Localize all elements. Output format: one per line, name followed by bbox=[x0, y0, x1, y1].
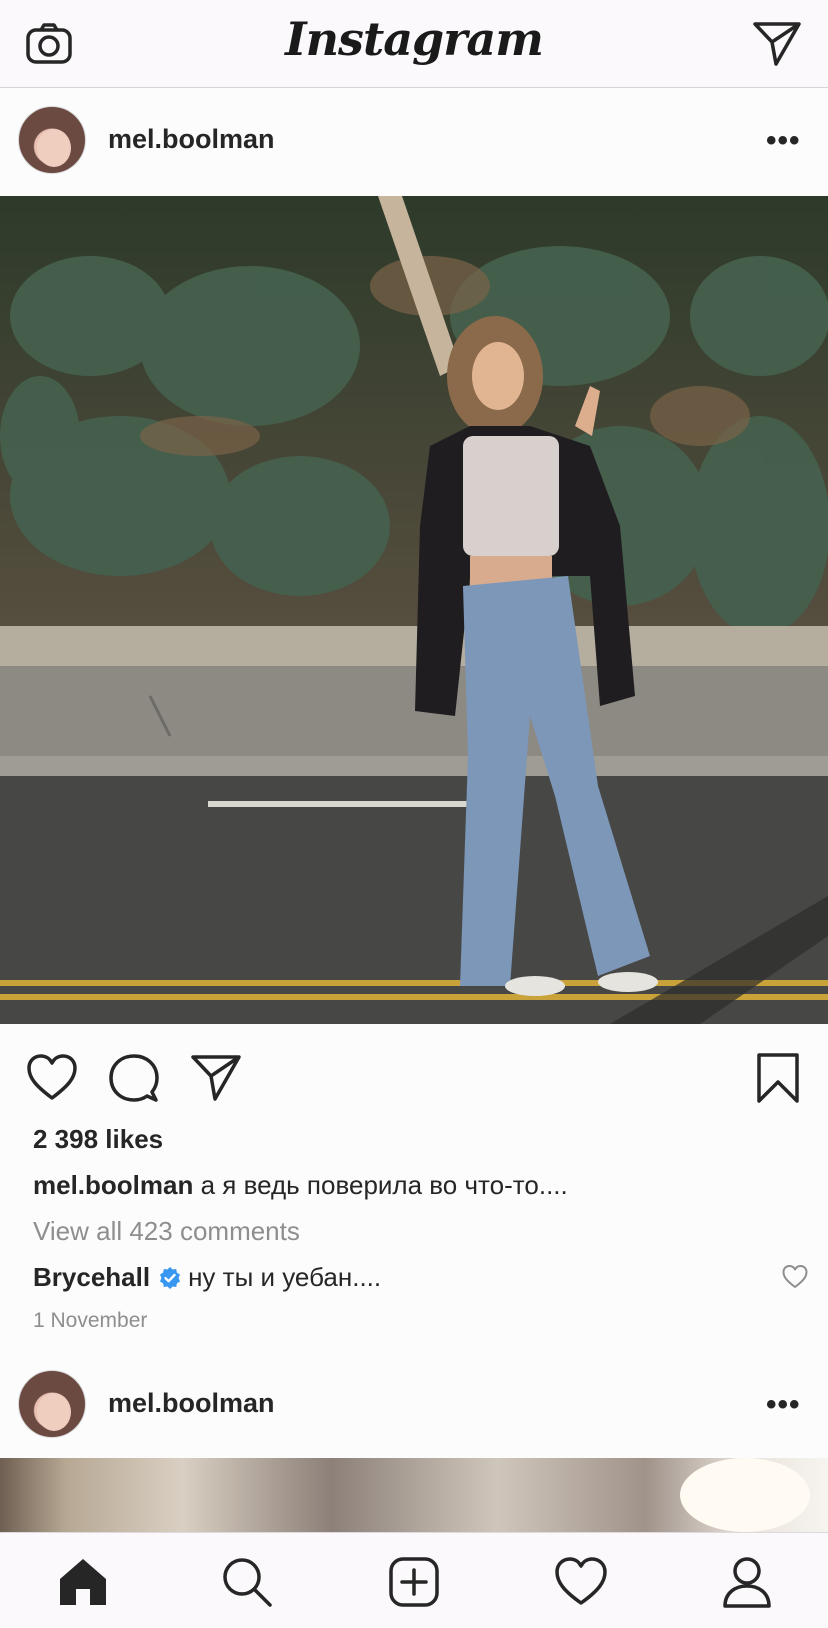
photo2-lamp bbox=[680, 1458, 810, 1532]
avatar[interactable] bbox=[18, 1370, 86, 1438]
caption-username[interactable]: mel.boolman bbox=[33, 1170, 193, 1200]
avatar-face bbox=[37, 1393, 71, 1431]
home-icon[interactable] bbox=[56, 1555, 110, 1609]
post-caption: mel.boolman а я ведь поверила во что-то.… bbox=[33, 1170, 568, 1201]
share-plane-icon[interactable] bbox=[190, 1052, 242, 1104]
avatar-face bbox=[37, 129, 71, 167]
verified-badge-icon bbox=[160, 1266, 181, 1289]
bottom-tab-bar bbox=[0, 1532, 828, 1628]
activity-heart-icon[interactable] bbox=[554, 1555, 608, 1609]
post-photo-2[interactable] bbox=[0, 1458, 828, 1532]
post-photo[interactable] bbox=[0, 196, 828, 1024]
more-options-icon-2[interactable]: ••• bbox=[766, 1388, 801, 1422]
post-photo-illustration bbox=[0, 196, 828, 1024]
post-header-2: mel.boolman ••• bbox=[0, 1352, 828, 1458]
search-icon[interactable] bbox=[220, 1555, 274, 1609]
comment-text: ну ты и уебан.... bbox=[188, 1262, 382, 1292]
bookmark-icon[interactable] bbox=[752, 1052, 804, 1104]
comment-like-heart-icon[interactable] bbox=[782, 1264, 808, 1290]
post-username-2[interactable]: mel.boolman bbox=[108, 1388, 275, 1419]
new-post-icon[interactable] bbox=[387, 1555, 441, 1609]
post-username[interactable]: mel.boolman bbox=[108, 124, 275, 155]
like-heart-icon[interactable] bbox=[26, 1052, 78, 1104]
instagram-logo: Instagram bbox=[285, 12, 544, 66]
profile-icon[interactable] bbox=[720, 1555, 774, 1609]
comment-bubble-icon[interactable] bbox=[108, 1052, 160, 1104]
likes-count[interactable]: 2 398 likes bbox=[33, 1124, 163, 1155]
caption-text: а я ведь поверила во что-то.... bbox=[200, 1170, 568, 1200]
top-navigation-bar: Instagram bbox=[0, 0, 828, 88]
view-all-comments-link[interactable]: View all 423 comments bbox=[33, 1216, 300, 1247]
more-options-icon[interactable]: ••• bbox=[766, 124, 801, 158]
post-timestamp: 1 November bbox=[33, 1309, 148, 1332]
post-action-bar bbox=[0, 1024, 828, 1124]
comment-row: Brycehall ну ты и уебан.... bbox=[33, 1262, 381, 1293]
comment-username[interactable]: Brycehall bbox=[33, 1262, 150, 1293]
paper-plane-icon[interactable] bbox=[752, 20, 802, 68]
post-header: mel.boolman ••• bbox=[0, 88, 828, 194]
avatar[interactable] bbox=[18, 106, 86, 174]
